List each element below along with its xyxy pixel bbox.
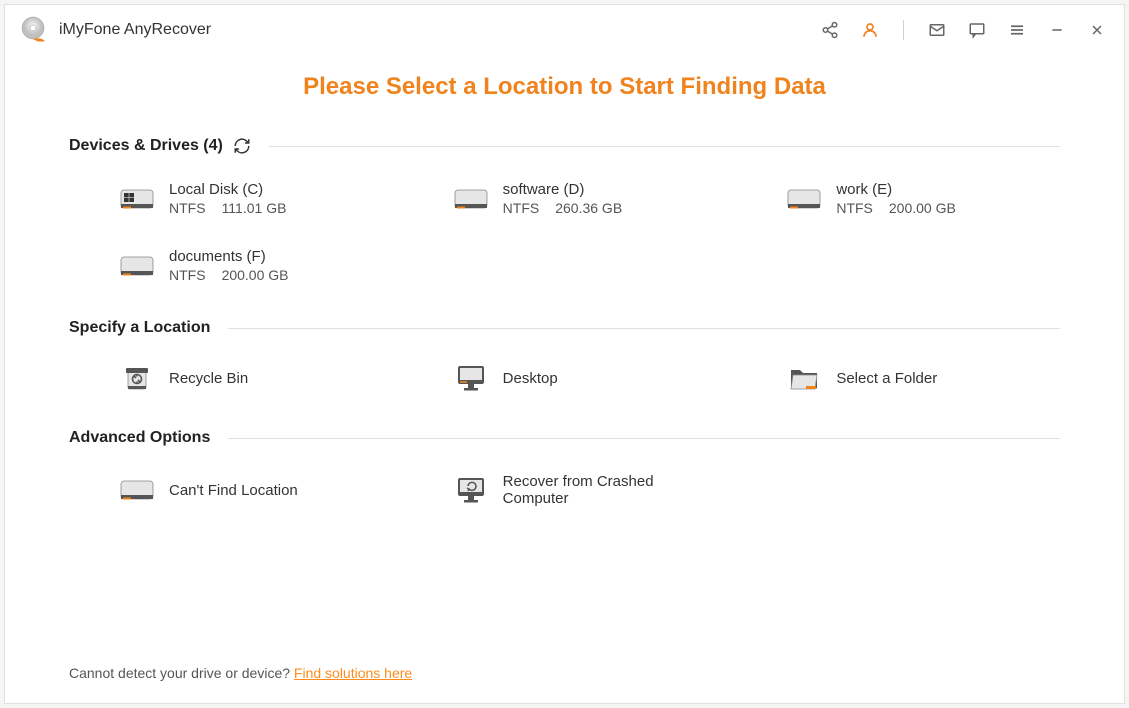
user-icon[interactable] — [861, 21, 879, 39]
drive-sub: NTFS 200.00 GB — [169, 267, 289, 283]
drive-size: 111.01 GB — [222, 200, 287, 216]
drive-software-d[interactable]: software (D) NTFS 260.36 GB — [403, 175, 727, 222]
advanced-text: Recover from Crashed Computer — [503, 473, 663, 507]
feedback-icon[interactable] — [968, 21, 986, 39]
section-divider — [269, 146, 1060, 147]
drive-sub: NTFS 111.01 GB — [169, 200, 286, 216]
mail-icon[interactable] — [928, 21, 946, 39]
drive-sub: NTFS 260.36 GB — [503, 200, 623, 216]
app-title: iMyFone AnyRecover — [59, 21, 211, 39]
titlebar-left: iMyFone AnyRecover — [19, 15, 211, 45]
titlebar-right — [821, 20, 1106, 40]
location-recycle-bin[interactable]: Recycle Bin — [69, 357, 393, 399]
drives-grid: Local Disk (C) NTFS 111.01 GB so — [69, 175, 1060, 289]
location-label: Select a Folder — [836, 370, 937, 387]
drive-icon — [786, 184, 822, 214]
refresh-icon[interactable] — [233, 137, 251, 155]
location-desktop[interactable]: Desktop — [403, 357, 727, 399]
share-icon[interactable] — [821, 21, 839, 39]
footer-text: Cannot detect your drive or device? — [69, 665, 294, 681]
titlebar: iMyFone AnyRecover — [5, 5, 1124, 55]
main-content: Please Select a Location to Start Findin… — [5, 55, 1124, 703]
desktop-icon — [453, 363, 489, 393]
drive-sub: NTFS 200.00 GB — [836, 200, 956, 216]
drive-size: 200.00 GB — [889, 200, 956, 216]
location-select-folder[interactable]: Select a Folder — [736, 357, 1060, 399]
drive-fs: NTFS — [503, 200, 540, 216]
advanced-crashed-computer[interactable]: Recover from Crashed Computer — [403, 467, 727, 513]
advanced-cant-find[interactable]: Can't Find Location — [69, 467, 393, 513]
drive-work-e[interactable]: work (E) NTFS 200.00 GB — [736, 175, 1060, 222]
advanced-section-header: Advanced Options — [69, 429, 1060, 447]
advanced-label: Can't Find Location — [169, 482, 298, 499]
drive-size: 260.36 GB — [555, 200, 622, 216]
close-icon[interactable] — [1088, 21, 1106, 39]
drive-name: Local Disk (C) — [169, 181, 286, 198]
drive-fs: NTFS — [836, 200, 873, 216]
drive-size: 200.00 GB — [222, 267, 289, 283]
menu-icon[interactable] — [1008, 21, 1026, 39]
drive-fs: NTFS — [169, 267, 206, 283]
drive-icon — [119, 475, 155, 505]
locations-grid: Recycle Bin Desktop — [69, 357, 1060, 399]
page-title: Please Select a Location to Start Findin… — [69, 73, 1060, 101]
location-label: Recycle Bin — [169, 370, 248, 387]
app-window: iMyFone AnyRecover — [4, 4, 1125, 704]
drive-fs: NTFS — [169, 200, 206, 216]
crashed-computer-icon — [453, 475, 489, 505]
drive-local-c[interactable]: Local Disk (C) NTFS 111.01 GB — [69, 175, 393, 222]
folder-icon — [786, 363, 822, 393]
drive-windows-icon — [119, 184, 155, 214]
app-logo-icon — [19, 15, 49, 45]
location-label: Desktop — [503, 370, 558, 387]
minimize-icon[interactable] — [1048, 21, 1066, 39]
drive-text: documents (F) NTFS 200.00 GB — [169, 248, 289, 283]
drive-text: work (E) NTFS 200.00 GB — [836, 181, 956, 216]
drive-icon — [119, 251, 155, 281]
footer-link[interactable]: Find solutions here — [294, 665, 412, 681]
specify-section-header: Specify a Location — [69, 319, 1060, 337]
drive-text: software (D) NTFS 260.36 GB — [503, 181, 623, 216]
drive-text: Local Disk (C) NTFS 111.01 GB — [169, 181, 286, 216]
titlebar-divider — [903, 20, 904, 40]
section-divider — [228, 328, 1060, 329]
advanced-grid: Can't Find Location Recover from Crashed… — [69, 467, 1060, 513]
recycle-bin-icon — [119, 363, 155, 393]
drive-name: software (D) — [503, 181, 623, 198]
drive-icon — [453, 184, 489, 214]
advanced-label: Recover from Crashed Computer — [503, 473, 663, 507]
footer: Cannot detect your drive or device? Find… — [69, 665, 1060, 703]
devices-section-header: Devices & Drives (4) — [69, 137, 1060, 155]
drive-name: documents (F) — [169, 248, 289, 265]
drive-documents-f[interactable]: documents (F) NTFS 200.00 GB — [69, 242, 393, 289]
devices-section-title: Devices & Drives (4) — [69, 137, 223, 155]
drive-name: work (E) — [836, 181, 956, 198]
specify-section-title: Specify a Location — [69, 319, 210, 337]
section-divider — [228, 438, 1060, 439]
advanced-section-title: Advanced Options — [69, 429, 210, 447]
